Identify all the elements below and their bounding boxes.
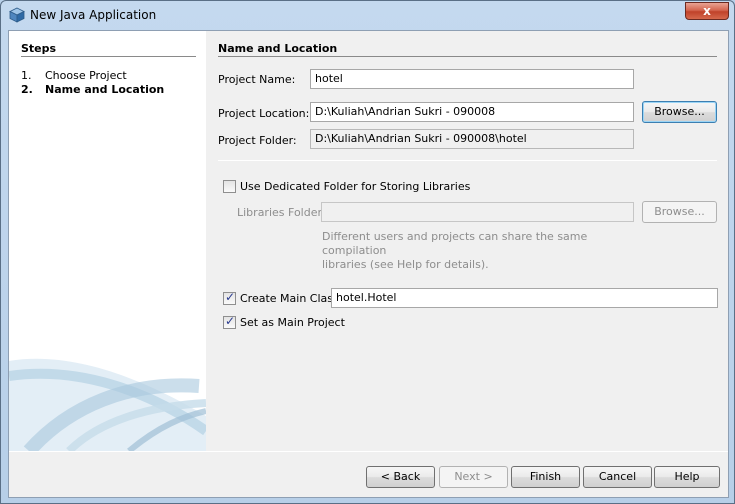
section-title-rule	[218, 56, 717, 57]
dedicated-folder-label: Use Dedicated Folder for Storing Librari…	[240, 180, 471, 193]
create-main-class-checkbox[interactable]: ✓	[223, 290, 236, 305]
step-label: Choose Project	[45, 69, 127, 82]
step-number: 1.	[21, 69, 32, 82]
section-title: Name and Location	[218, 42, 338, 55]
steps-panel: Steps 1. Choose Project 2. Name and Locati…	[9, 31, 206, 451]
form-panel: Name and Location Project Name: hotel Pr…	[206, 31, 728, 451]
project-folder-field: D:\Kuliah\Andrian Sukri - 090008\hotel	[310, 129, 634, 149]
cancel-button[interactable]: Cancel	[583, 466, 652, 488]
step-choose-project: 1. Choose Project	[21, 69, 127, 82]
libraries-help-line: Different users and projects can share t…	[322, 230, 588, 257]
step-number: 2.	[21, 83, 33, 96]
checkmark-icon: ✓	[225, 290, 236, 304]
project-folder-label: Project Folder:	[218, 134, 297, 147]
libraries-folder-label: Libraries Folder:	[237, 206, 326, 219]
step-label: Name and Location	[45, 83, 165, 96]
checkmark-icon: ✓	[225, 314, 236, 328]
steps-heading: Steps	[21, 42, 57, 55]
project-name-label: Project Name:	[218, 73, 296, 86]
set-main-project-label: Set as Main Project	[240, 316, 345, 329]
libraries-help-text: Different users and projects can share t…	[322, 230, 642, 272]
browse-location-button[interactable]: Browse...	[642, 101, 717, 123]
dedicated-folder-checkbox[interactable]	[223, 180, 236, 193]
libraries-help-line: libraries (see Help for details).	[322, 258, 489, 271]
finish-button[interactable]: Finish	[511, 466, 580, 488]
close-window-button[interactable]: x	[685, 2, 729, 20]
title-bar[interactable]: New Java Application x	[1, 1, 734, 29]
back-button[interactable]: < Back	[366, 466, 435, 488]
next-button[interactable]: Next >	[439, 466, 508, 488]
browse-libraries-button[interactable]: Browse...	[642, 201, 717, 223]
help-button[interactable]: Help	[654, 466, 720, 488]
dialog-window: New Java Application x Steps 1. Choose Pr…	[0, 0, 735, 504]
window-title: New Java Application	[30, 8, 157, 22]
steps-heading-rule	[21, 56, 196, 57]
footer-separator	[9, 451, 728, 452]
project-location-input[interactable]: D:\Kuliah\Andrian Sukri - 090008	[310, 102, 634, 122]
create-main-class-label: Create Main Class	[240, 292, 339, 305]
main-class-input[interactable]: hotel.Hotel	[331, 288, 718, 308]
project-name-input[interactable]: hotel	[310, 69, 634, 89]
netbeans-cube-icon	[9, 7, 25, 23]
set-main-project-checkbox[interactable]: ✓	[223, 314, 236, 329]
libraries-folder-input[interactable]	[321, 202, 634, 222]
step-name-and-location: 2. Name and Location	[21, 83, 164, 96]
project-location-label: Project Location:	[218, 107, 310, 120]
separator	[218, 160, 717, 161]
dialog-client-area: Steps 1. Choose Project 2. Name and Locati…	[8, 30, 729, 498]
close-icon: x	[703, 4, 711, 18]
